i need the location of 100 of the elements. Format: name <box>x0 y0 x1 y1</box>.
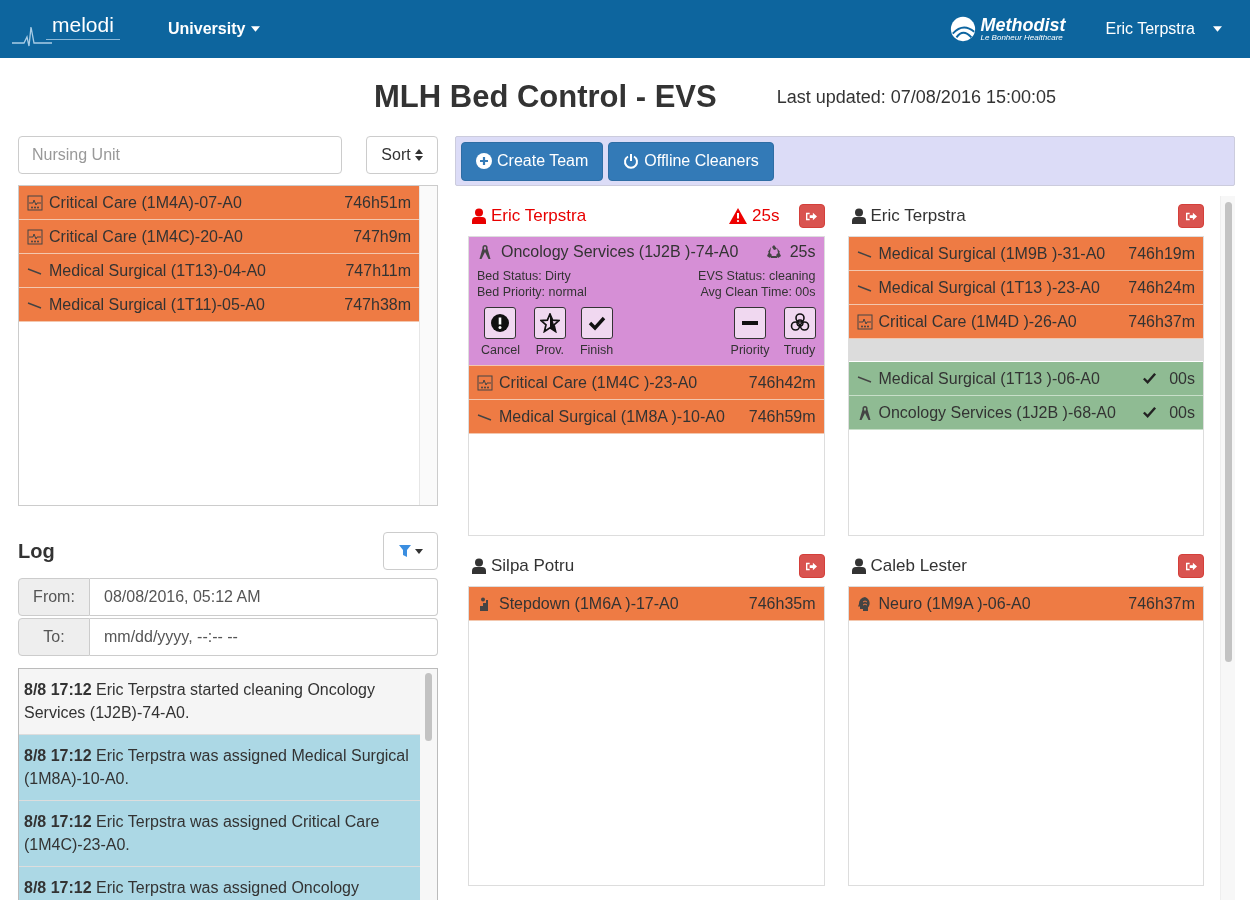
warning-icon <box>729 208 748 224</box>
bed-row[interactable]: Medical Surgical (1M9B )-31-A0 746h19m <box>848 237 1203 271</box>
prov-button[interactable] <box>533 307 566 339</box>
cleaning-timer: 25s <box>789 243 816 261</box>
team-name: Silpa Potru <box>491 556 575 576</box>
action-label: Finish <box>579 343 614 357</box>
bed-name: Medical Surgical (1T11)-05-A0 <box>49 295 266 314</box>
monitor-icon <box>27 194 43 211</box>
log-title: Log <box>18 539 55 563</box>
evs-status: EVS Status: cleaning <box>698 269 816 283</box>
nursing-unit-field[interactable]: Nursing Unit <box>18 136 342 174</box>
brand-name: Methodist <box>980 16 1066 34</box>
funnel-icon <box>398 545 423 557</box>
logout-button[interactable] <box>798 204 825 228</box>
logout-icon <box>805 210 818 222</box>
bed-time: 747h11m <box>345 261 411 280</box>
bed-row[interactable]: Medical Surgical (1T11)-05-A0 747h38m <box>19 288 419 322</box>
to-label: To: <box>18 618 90 656</box>
app-logo[interactable]: melodi <box>46 12 120 40</box>
bed-row[interactable]: Medical Surgical (1T13 )-23-A0 746h24m <box>848 271 1203 305</box>
alert-timer: 25s <box>752 206 780 226</box>
action-label: Trudy <box>783 343 816 357</box>
bed-row[interactable]: Stepdown (1M6A )-17-A0 746h35m <box>469 587 824 621</box>
logout-button[interactable] <box>798 554 825 578</box>
bed-row[interactable]: Neuro (1M9A )-06-A0 746h37m <box>848 587 1203 621</box>
team-name: Eric Terpstra <box>491 206 587 226</box>
log-entry: 8/8 17:12 Eric Terpstra started cleaning Oncology Services (1J2B)-74-A0. <box>19 669 420 735</box>
bed-status: Bed Status: Dirty <box>477 269 572 283</box>
logout-icon <box>1184 210 1198 222</box>
bed-name: Stepdown (1M6A )-17-A0 <box>499 594 680 613</box>
logout-button[interactable] <box>1178 554 1204 578</box>
priority-button[interactable] <box>734 307 767 339</box>
trudy-button[interactable] <box>783 307 816 339</box>
scrollbar-track[interactable] <box>419 186 437 505</box>
exclamation-circle-icon <box>490 313 511 333</box>
check-icon <box>1142 371 1158 386</box>
caret-icon <box>1213 26 1222 32</box>
head-icon <box>856 595 873 612</box>
to-date-field[interactable]: mm/dd/yyyy, --:-- -- <box>90 618 438 656</box>
bed-name: Critical Care (1M4D )-26-A0 <box>878 312 1078 331</box>
user-menu[interactable]: Eric Terpstra <box>1099 19 1228 39</box>
sort-icon <box>414 149 423 161</box>
bed-time: 747h9m <box>353 227 411 246</box>
avg-clean-time: Avg Clean Time: 00s <box>700 285 816 299</box>
bed-name: Medical Surgical (1M8A )-10-A0 <box>499 407 726 426</box>
bed-time: 746h24m <box>1128 278 1195 297</box>
completed-bed-row[interactable]: Medical Surgical (1T13 )-06-A0 00s <box>848 362 1203 396</box>
bed-time: 746h35m <box>748 594 816 613</box>
bed-time: 746h37m <box>1128 312 1195 331</box>
bed-time: 746h51m <box>344 193 411 212</box>
scrollbar-thumb[interactable] <box>425 673 432 741</box>
page-title: MLH Bed Control - EVS <box>374 79 717 115</box>
bed-row[interactable]: Critical Care (1M4A)-07-A0 746h51m <box>19 186 419 220</box>
bed-priority: Bed Priority: normal <box>477 285 587 299</box>
bed-name: Medical Surgical (1T13 )-06-A0 <box>878 369 1101 388</box>
bed-name: Neuro (1M9A )-06-A0 <box>878 594 1032 613</box>
scrollbar-thumb[interactable] <box>1224 202 1232 662</box>
university-menu[interactable]: University <box>162 19 267 39</box>
bed-name: Critical Care (1M4C)-20-A0 <box>49 227 244 246</box>
log-entry: 8/8 17:12 Eric Terpstra was assigned Oncology <box>19 867 420 900</box>
toolbar-button[interactable]: Create Team <box>461 141 604 181</box>
filter-button[interactable] <box>383 532 438 570</box>
clean-time: 00s <box>1169 403 1195 422</box>
bed-name: Critical Care (1M4A)-07-A0 <box>49 193 243 212</box>
sort-button[interactable]: Sort <box>366 136 438 174</box>
log-entry: 8/8 17:12 Eric Terpstra was assigned Medical Surgical (1M8A)-10-A0. <box>19 735 420 801</box>
bed-name: Medical Surgical (1T13)-04-A0 <box>49 261 267 280</box>
finish-button[interactable] <box>580 307 613 339</box>
team-name: Eric Terpstra <box>870 206 966 226</box>
clean-time: 00s <box>1169 369 1195 388</box>
biohazard-icon <box>789 313 810 333</box>
bed-time: 746h59m <box>748 407 816 426</box>
bed-row[interactable]: Critical Care (1M4C)-20-A0 747h9m <box>19 220 419 254</box>
action-label: Priority <box>730 343 770 357</box>
log-entry: 8/8 17:12 Eric Terpstra was assigned Critical Care (1M4C)-23-A0. <box>19 801 420 867</box>
toolbar-button[interactable]: Offline Cleaners <box>608 141 774 181</box>
active-bed-card[interactable]: Oncology Services (1J2B )-74-A0 25s Bed Status: Dirty Bed Priority: normal EVS Status: cleaning Avg Clean Time: 00s Cancel Prov. Finish Priority Trudy <box>469 237 824 366</box>
action-label: Prov. <box>535 343 565 357</box>
check-icon <box>1142 405 1158 420</box>
bed-time: 746h19m <box>1128 244 1195 263</box>
last-updated: Last updated: 07/08/2016 15:00:05 <box>776 86 1056 108</box>
cancel-button[interactable] <box>484 307 517 339</box>
bed-name: Medical Surgical (1M9B )-31-A0 <box>878 244 1107 263</box>
completed-bed-row[interactable]: Oncology Services (1J2B )-68-A0 00s <box>848 396 1203 430</box>
from-label: From: <box>18 578 90 616</box>
bed-row[interactable]: Critical Care (1M4C )-23-A0 746h42m <box>469 366 824 400</box>
logout-button[interactable] <box>1178 204 1204 228</box>
minus-icon <box>742 321 759 325</box>
recycle-icon <box>765 244 782 260</box>
team-name: Caleb Lester <box>870 556 967 576</box>
bed-name: Oncology Services (1J2B )-68-A0 <box>878 403 1117 422</box>
from-date-field[interactable]: 08/08/2016, 05:12 AM <box>90 578 438 616</box>
bed-row[interactable]: Medical Surgical (1T13)-04-A0 747h11m <box>19 254 419 288</box>
monitor-icon <box>477 374 493 391</box>
monitor-icon <box>27 228 43 245</box>
logout-icon <box>1184 560 1198 572</box>
bed-row[interactable]: Critical Care (1M4D )-26-A0 746h37m <box>848 305 1203 339</box>
bed-name: Critical Care (1M4C )-23-A0 <box>499 373 699 392</box>
ribbon-icon <box>477 244 493 260</box>
bed-row[interactable]: Medical Surgical (1M8A )-10-A0 746h59m <box>469 400 824 434</box>
